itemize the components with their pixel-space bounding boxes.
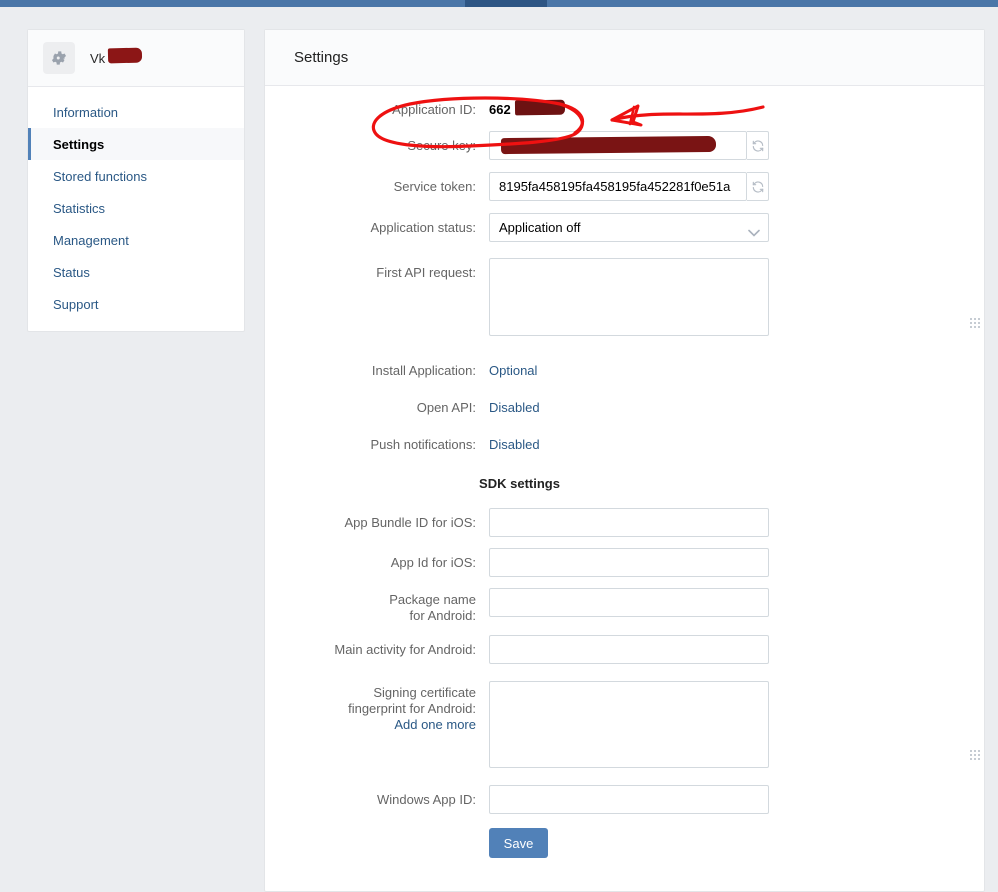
application-status-select[interactable]: Application off Application on (489, 213, 769, 242)
package-name-android-input[interactable] (489, 588, 769, 617)
field-label: Application status: (370, 220, 476, 235)
gear-icon (43, 42, 75, 74)
sidebar-item-label: Statistics (53, 200, 106, 216)
sidebar-item-settings[interactable]: Settings (28, 128, 244, 160)
field-service-token: Service token: (265, 172, 984, 201)
signing-certificate-textarea[interactable] (489, 681, 769, 768)
application-status-select-wrapper: Application off Application on (489, 213, 769, 242)
field-label: Windows App ID: (377, 792, 476, 807)
field-secure-key: Secure key: (265, 131, 984, 160)
open-api-link[interactable]: Disabled (489, 393, 540, 416)
secure-key-refresh-icon[interactable] (747, 131, 769, 160)
sidebar-item-label: Settings (53, 136, 105, 152)
sidebar-nav: Information Settings Stored functions St… (28, 87, 244, 331)
field-label: Service token: (393, 179, 476, 194)
save-row: Save (265, 828, 984, 858)
field-label: App Id for iOS: (390, 555, 476, 570)
page-background-strip (0, 7, 998, 21)
field-application-id: Application ID: 662 (265, 95, 984, 119)
resize-grip-icon[interactable] (969, 317, 980, 328)
field-package-name-android: Package name for Android: (265, 588, 984, 624)
app-name: Vk (90, 47, 143, 66)
sidebar-item-label: Stored functions (53, 168, 147, 184)
service-token-refresh-icon[interactable] (747, 172, 769, 201)
windows-app-id-input[interactable] (489, 785, 769, 814)
sdk-settings-title: SDK settings (479, 476, 560, 491)
sidebar-item-label: Information (53, 104, 119, 120)
first-api-request-textarea[interactable] (489, 258, 769, 336)
field-label-line2: fingerprint for Android: (348, 701, 476, 716)
secure-key-redaction (500, 135, 717, 155)
application-id-value: 662 (489, 95, 566, 118)
field-install-application: Install Application: Optional (265, 356, 984, 380)
field-label: Install Application: (371, 363, 476, 378)
sidebar-item-status[interactable]: Status (28, 256, 244, 288)
app-bundle-id-ios-input[interactable] (489, 508, 769, 537)
field-label: Open API: (416, 400, 476, 415)
sidebar-item-information[interactable]: Information (28, 96, 244, 128)
save-button[interactable]: Save (489, 828, 548, 858)
page-root: Vk Information Settings Stored functions… (0, 0, 998, 892)
field-windows-app-id: Windows App ID: (265, 785, 984, 814)
field-application-status: Application status: Application off Appl… (265, 213, 984, 242)
app-name-text: Vk (90, 50, 106, 66)
field-app-bundle-id-ios: App Bundle ID for iOS: (265, 508, 984, 537)
sidebar-header: Vk (28, 30, 244, 87)
field-label: Package name for Android: (265, 588, 489, 624)
sidebar-item-label: Support (53, 296, 99, 312)
field-label-line1: Signing certificate (373, 685, 476, 700)
field-label-line2: for Android: (409, 608, 477, 623)
install-application-link[interactable]: Optional (489, 356, 537, 379)
browser-top-bar (0, 0, 998, 7)
field-first-api-request: First API request: (265, 258, 984, 336)
sidebar-item-label: Status (53, 264, 90, 280)
field-label: Push notifications: (370, 437, 476, 452)
sidebar: Vk Information Settings Stored functions… (27, 29, 245, 332)
push-notifications-link[interactable]: Disabled (489, 430, 540, 453)
field-signing-certificate-android: Signing certificate fingerprint for Andr… (265, 681, 984, 768)
browser-active-tab[interactable] (465, 0, 547, 7)
field-app-id-ios: App Id for iOS: (265, 548, 984, 577)
field-open-api: Open API: Disabled (265, 393, 984, 417)
field-label: Signing certificate fingerprint for Andr… (265, 681, 489, 733)
save-spacer (265, 828, 489, 858)
sidebar-item-management[interactable]: Management (28, 224, 244, 256)
settings-form: Application ID: 662 Secure key: Service … (265, 86, 984, 858)
page-title: Settings (265, 30, 984, 86)
app-id-ios-input[interactable] (489, 548, 769, 577)
field-label: Application ID: (392, 102, 476, 117)
field-label: First API request: (376, 265, 476, 280)
sidebar-item-stored-functions[interactable]: Stored functions (28, 160, 244, 192)
field-label-line1: Package name (389, 592, 476, 607)
add-one-more-link[interactable]: Add one more (394, 717, 476, 733)
sidebar-item-support[interactable]: Support (28, 288, 244, 320)
application-id-redaction (514, 99, 566, 116)
field-label: Main activity for Android: (334, 642, 476, 657)
sidebar-item-label: Management (53, 232, 129, 248)
field-label: App Bundle ID for iOS: (344, 515, 476, 530)
field-main-activity-android: Main activity for Android: (265, 635, 984, 664)
field-label: Secure key: (407, 138, 476, 153)
field-push-notifications: Push notifications: Disabled (265, 430, 984, 454)
app-name-redaction (107, 47, 143, 63)
main-activity-android-input[interactable] (489, 635, 769, 664)
resize-grip-icon[interactable] (969, 749, 980, 760)
service-token-input[interactable] (489, 172, 747, 201)
application-id-text: 662 (489, 102, 511, 117)
sidebar-item-statistics[interactable]: Statistics (28, 192, 244, 224)
main-panel: Settings Application ID: 662 Secure key: (264, 29, 985, 892)
